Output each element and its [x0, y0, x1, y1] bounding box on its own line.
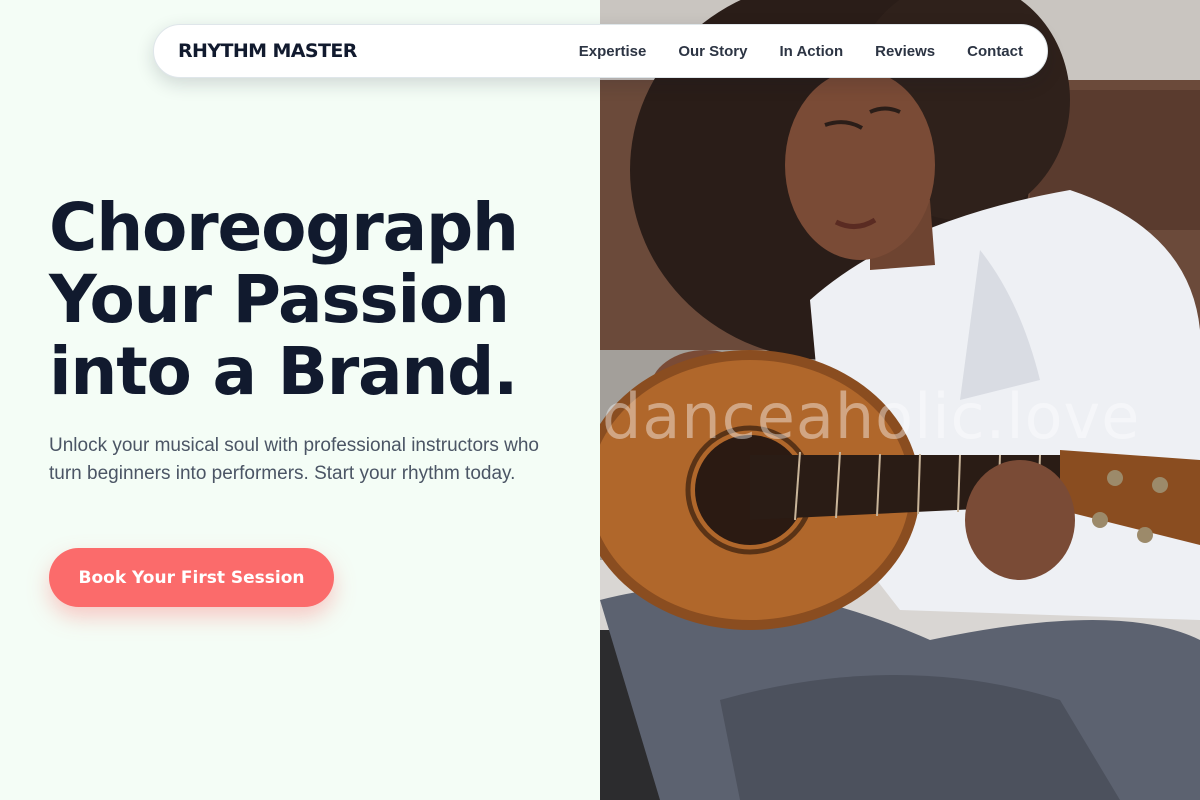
nav-link-reviews[interactable]: Reviews: [875, 43, 935, 60]
nav-link-in-action[interactable]: In Action: [780, 43, 844, 60]
nav-link-our-story[interactable]: Our Story: [678, 43, 747, 60]
brand-logo[interactable]: RHYTHM MASTER: [178, 40, 357, 62]
hero-subtitle: Unlock your musical soul with profession…: [49, 435, 539, 484]
nav-links: Expertise Our Story In Action Reviews Co…: [547, 43, 1023, 60]
book-session-button[interactable]: Book Your First Session: [49, 548, 334, 607]
hero-title-line-3: into a Brand.: [49, 333, 518, 410]
nav-link-expertise[interactable]: Expertise: [579, 43, 647, 60]
hero-image: danceaholic.love: [600, 0, 1200, 800]
top-navbar: RHYTHM MASTER Expertise Our Story In Act…: [153, 24, 1048, 78]
hero-title-line-2: Your Passion: [49, 261, 510, 338]
hero-title: Choreograph Your Passion into a Brand.: [49, 192, 589, 408]
hero-title-line-1: Choreograph: [49, 189, 519, 266]
image-watermark: danceaholic.love: [602, 380, 1141, 453]
nav-link-contact[interactable]: Contact: [967, 43, 1023, 60]
